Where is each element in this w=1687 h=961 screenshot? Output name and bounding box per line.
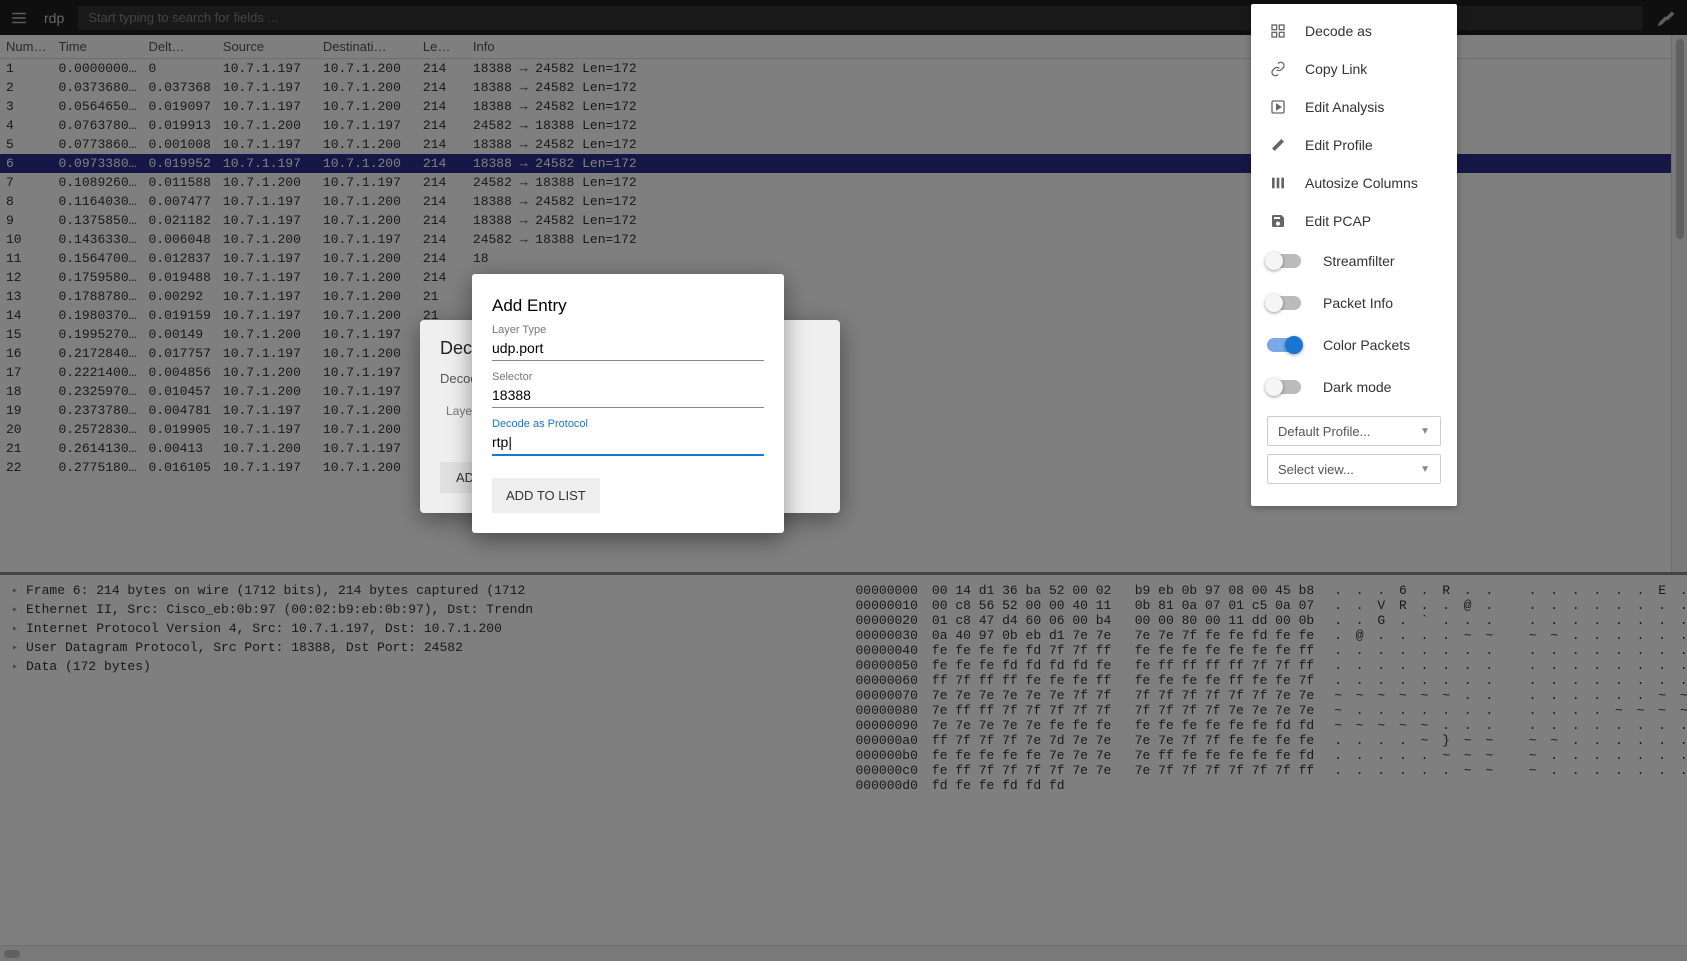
protocol-label: Decode as Protocol — [492, 418, 588, 430]
selector-input[interactable] — [492, 383, 764, 408]
protocol-field[interactable]: Decode as Protocol — [492, 430, 764, 456]
selector-label: Selector — [492, 371, 532, 383]
add-entry-title: Add Entry — [492, 296, 764, 316]
layer-type-label: Layer Type — [492, 324, 546, 336]
layer-type-field[interactable]: Layer Type — [492, 336, 764, 361]
add-to-list-button[interactable]: ADD TO LIST — [492, 478, 600, 513]
modal-overlay-top[interactable] — [0, 0, 1687, 961]
selector-field[interactable]: Selector — [492, 383, 764, 408]
add-entry-dialog: Add Entry Layer Type Selector Decode as … — [472, 274, 784, 533]
protocol-input[interactable] — [492, 430, 764, 456]
layer-type-input[interactable] — [492, 336, 764, 361]
